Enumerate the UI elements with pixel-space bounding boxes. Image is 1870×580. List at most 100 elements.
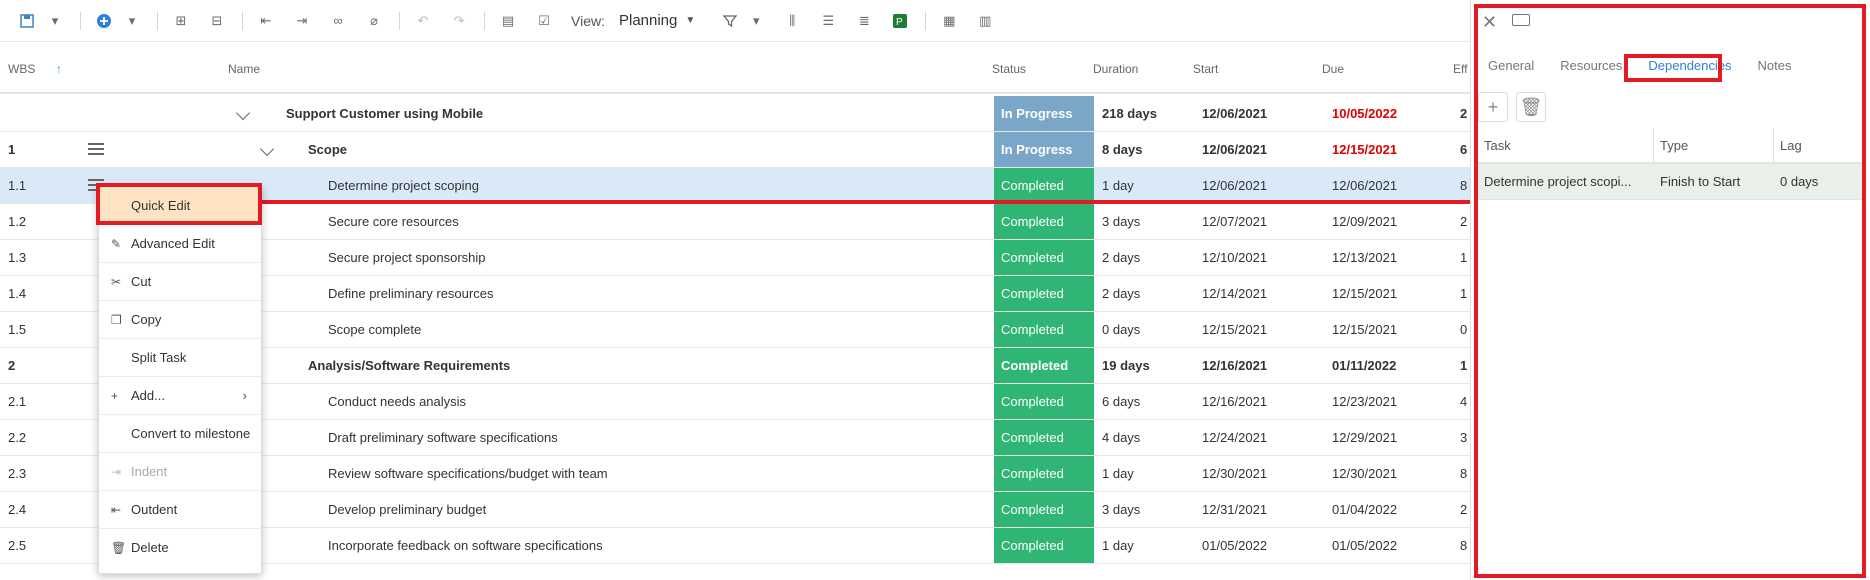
task-duration[interactable]: 19 days	[1102, 348, 1150, 383]
task-start[interactable]: 12/31/2021	[1202, 492, 1267, 527]
dependency-type[interactable]: Finish to Start	[1654, 164, 1774, 199]
menu-item-delete[interactable]: 🗑 Delete	[99, 529, 261, 567]
column-header-lag[interactable]: Lag	[1774, 128, 1862, 162]
dependency-lag[interactable]: 0 days	[1774, 164, 1862, 199]
task-due[interactable]: 10/05/2022	[1332, 96, 1397, 131]
row-menu-icon[interactable]	[88, 143, 104, 157]
outdent-icon[interactable]: ⇤	[253, 8, 279, 34]
task-duration[interactable]: 2 days	[1102, 276, 1140, 311]
task-due[interactable]: 01/05/2022	[1332, 528, 1397, 563]
task-effort[interactable]: 3	[1460, 420, 1467, 455]
task-name[interactable]: Draft preliminary software specification…	[328, 420, 558, 455]
menu-item-outdent[interactable]: ⇤ Outdent	[99, 491, 261, 529]
task-name[interactable]: Scope complete	[328, 312, 421, 347]
tab-general[interactable]: General	[1488, 58, 1534, 82]
column-header-status[interactable]: Status	[992, 62, 1026, 76]
task-effort[interactable]: 2	[1460, 492, 1467, 527]
column-header-duration[interactable]: Duration	[1093, 62, 1138, 76]
task-name[interactable]: Review software specifications/budget wi…	[328, 456, 608, 491]
menu-item-cut[interactable]: ✂ Cut	[99, 263, 261, 301]
task-duration[interactable]: 218 days	[1102, 96, 1157, 131]
task-effort[interactable]: 2	[1460, 204, 1467, 239]
task-effort[interactable]: 0	[1460, 312, 1467, 347]
task-due[interactable]: 12/09/2021	[1332, 204, 1397, 239]
column-header-name[interactable]: Name	[228, 62, 260, 76]
add-icon[interactable]	[91, 8, 117, 34]
add-dropdown-icon[interactable]: ▾	[119, 8, 145, 34]
unlink-icon[interactable]: ⌀	[361, 8, 387, 34]
task-duration[interactable]: 1 day	[1102, 456, 1134, 491]
add-dependency-icon[interactable]: +	[1478, 92, 1508, 122]
task-start[interactable]: 12/14/2021	[1202, 276, 1267, 311]
comment-icon[interactable]: ▤	[495, 8, 521, 34]
task-due[interactable]: 12/29/2021	[1332, 420, 1397, 455]
menu-item-convert-to-milestone[interactable]: Convert to milestone	[99, 415, 261, 453]
task-duration[interactable]: 3 days	[1102, 204, 1140, 239]
task-start[interactable]: 01/05/2022	[1202, 528, 1267, 563]
task-name[interactable]: Secure core resources	[328, 204, 459, 239]
task-duration[interactable]: 1 day	[1102, 528, 1134, 563]
task-start[interactable]: 12/30/2021	[1202, 456, 1267, 491]
column-header-type[interactable]: Type	[1654, 128, 1774, 162]
project-export-icon[interactable]: P	[887, 8, 913, 34]
collapse-icon[interactable]: ⊟	[204, 8, 230, 34]
column-header-wbs[interactable]: WBS	[8, 62, 35, 76]
task-start[interactable]: 12/06/2021	[1202, 132, 1267, 167]
task-start[interactable]: 12/10/2021	[1202, 240, 1267, 275]
table-row[interactable]: Support Customer using Mobile In Progres…	[0, 96, 1470, 132]
tab-resources[interactable]: Resources	[1560, 58, 1622, 82]
task-duration[interactable]: 2 days	[1102, 240, 1140, 275]
task-effort[interactable]: 8	[1460, 456, 1467, 491]
task-duration[interactable]: 6 days	[1102, 384, 1140, 419]
task-duration[interactable]: 3 days	[1102, 492, 1140, 527]
task-due[interactable]: 12/15/2021	[1332, 312, 1397, 347]
column-header-start[interactable]: Start	[1193, 62, 1218, 76]
task-start[interactable]: 12/24/2021	[1202, 420, 1267, 455]
calculator-icon[interactable]: ▥	[972, 8, 998, 34]
undo-icon[interactable]: ↶	[410, 8, 436, 34]
outline-icon[interactable]: ≣	[851, 8, 877, 34]
checklist-icon[interactable]: ☑	[531, 8, 557, 34]
task-name[interactable]: Analysis/Software Requirements	[308, 348, 510, 383]
task-effort[interactable]: 2	[1460, 96, 1467, 131]
task-due[interactable]: 12/13/2021	[1332, 240, 1397, 275]
task-name[interactable]: Secure project sponsorship	[328, 240, 486, 275]
task-name[interactable]: Determine project scoping	[328, 168, 479, 203]
task-name[interactable]: Incorporate feedback on software specifi…	[328, 528, 603, 563]
task-due[interactable]: 12/15/2021	[1332, 132, 1397, 167]
delete-dependency-icon[interactable]: 🗑	[1516, 92, 1546, 122]
task-start[interactable]: 12/06/2021	[1202, 96, 1267, 131]
dependency-task[interactable]: Determine project scopi...	[1478, 164, 1654, 199]
expand-icon[interactable]: ⊞	[168, 8, 194, 34]
save-dropdown-icon[interactable]: ▾	[42, 8, 68, 34]
task-due[interactable]: 12/06/2021	[1332, 168, 1397, 203]
task-start[interactable]: 12/06/2021	[1202, 168, 1267, 203]
menu-item-add[interactable]: + Add... ›	[99, 377, 261, 415]
columns-icon[interactable]: ⫼	[779, 8, 805, 34]
calendar-icon[interactable]: ▦	[936, 8, 962, 34]
task-name[interactable]: Scope	[308, 132, 347, 167]
filter-icon[interactable]	[717, 8, 743, 34]
task-start[interactable]: 12/16/2021	[1202, 384, 1267, 419]
column-header-effort[interactable]: Eff	[1453, 62, 1467, 76]
task-start[interactable]: 12/16/2021	[1202, 348, 1267, 383]
align-left-icon[interactable]: ☰	[815, 8, 841, 34]
save-icon[interactable]	[14, 8, 40, 34]
chevron-down-icon[interactable]	[259, 141, 275, 157]
task-due[interactable]: 12/15/2021	[1332, 276, 1397, 311]
column-header-due[interactable]: Due	[1322, 62, 1344, 76]
task-duration[interactable]: 8 days	[1102, 132, 1142, 167]
view-select[interactable]: Planning ▼	[619, 12, 695, 29]
dependency-row[interactable]: Determine project scopi... Finish to Sta…	[1478, 164, 1862, 200]
tab-notes[interactable]: Notes	[1758, 58, 1792, 82]
column-header-task[interactable]: Task	[1478, 128, 1654, 162]
task-duration[interactable]: 1 day	[1102, 168, 1134, 203]
filter-dropdown-icon[interactable]: ▾	[743, 8, 769, 34]
indent-icon[interactable]: ⇥	[289, 8, 315, 34]
menu-item-advanced-edit[interactable]: ✎ Advanced Edit	[99, 225, 261, 263]
task-due[interactable]: 01/11/2022	[1332, 348, 1396, 383]
task-effort[interactable]: 8	[1460, 528, 1467, 563]
task-duration[interactable]: 4 days	[1102, 420, 1140, 455]
task-effort[interactable]: 4	[1460, 384, 1467, 419]
task-due[interactable]: 12/30/2021	[1332, 456, 1397, 491]
